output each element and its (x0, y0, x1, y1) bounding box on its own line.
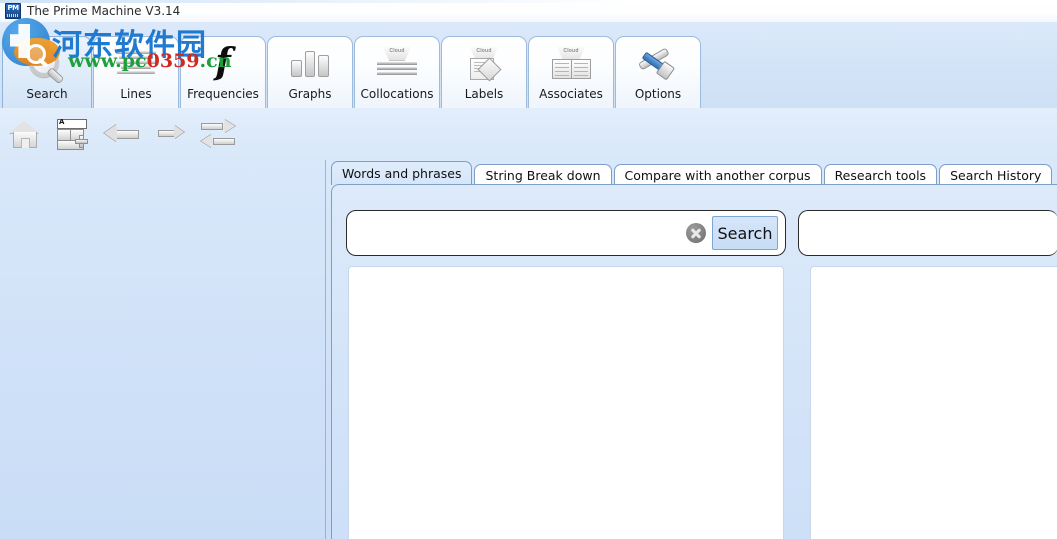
swap-button[interactable] (198, 114, 238, 154)
ribbon-bar: Search Lines f Frequencies Graphs Cloud … (0, 22, 1057, 109)
ribbon-tab-label: Search (26, 87, 68, 101)
tab-search-history[interactable]: Search History (939, 164, 1053, 185)
tab-research-tools[interactable]: Research tools (823, 164, 938, 185)
cloud-caption: Cloud (389, 48, 405, 54)
ribbon-tab-frequencies[interactable]: f Frequencies (180, 36, 266, 108)
pane-divider[interactable] (325, 160, 326, 539)
app-icon (5, 3, 21, 19)
content-tab-panel: Words and phrases String Break down Comp… (331, 158, 1057, 539)
swap-arrows-icon (201, 119, 235, 149)
window-title: The Prime Machine V3.14 (27, 4, 181, 18)
ribbon-tab-lines[interactable]: Lines (93, 36, 179, 108)
application-window: The Prime Machine V3.14 Search Lines f (0, 0, 1057, 539)
main-body: Words and phrases String Break down Comp… (0, 160, 1057, 539)
word-cloud-lines-icon: Cloud (355, 37, 439, 87)
results-panel[interactable] (348, 266, 784, 539)
lines-icon (94, 37, 178, 87)
tab-compare-with-another-corpus[interactable]: Compare with another corpus (613, 164, 822, 185)
ribbon-tab-label: Associates (539, 87, 603, 101)
cloud-caption: Cloud (476, 48, 492, 54)
bar-chart-icon (268, 37, 352, 87)
content-tab-strip: Words and phrases String Break down Comp… (331, 161, 1054, 185)
cloud-caption: Cloud (563, 48, 579, 54)
navigation-toolbar (0, 108, 1057, 160)
ribbon-tab-graphs[interactable]: Graphs (267, 36, 353, 108)
new-view-icon (53, 118, 88, 150)
secondary-input-box (798, 210, 1057, 256)
ribbon-tab-options[interactable]: Options (615, 36, 701, 108)
italic-f-icon: f (215, 41, 231, 83)
title-bar-gradient-strip (0, 0, 1057, 3)
tab-label: Compare with another corpus (624, 168, 811, 183)
secondary-input[interactable] (799, 211, 1057, 255)
home-icon (9, 121, 39, 148)
tag-document-icon: Cloud (442, 37, 526, 87)
left-empty-pane (0, 160, 325, 539)
ribbon-tab-strip: Search Lines f Frequencies Graphs Cloud … (2, 32, 702, 108)
ribbon-tab-associates[interactable]: Cloud Associates (528, 36, 614, 108)
tab-label: String Break down (485, 168, 601, 183)
tab-content-area: Search (331, 184, 1057, 539)
search-button[interactable]: Search (712, 216, 778, 250)
ribbon-tab-label: Labels (464, 87, 504, 101)
ribbon-tab-label: Lines (120, 87, 152, 101)
side-panel[interactable] (810, 266, 1057, 539)
home-button[interactable] (4, 114, 44, 154)
search-box: Search (346, 210, 786, 256)
tab-label: Search History (950, 168, 1042, 183)
tab-label: Research tools (834, 168, 927, 183)
ribbon-tab-collocations[interactable]: Cloud Collocations (354, 36, 440, 108)
ribbon-tab-labels[interactable]: Cloud Labels (441, 36, 527, 108)
search-input[interactable] (357, 211, 697, 255)
arrow-left-icon (104, 121, 139, 147)
open-books-icon: Cloud (529, 37, 613, 87)
magnifier-icon (3, 37, 91, 87)
arrow-right-icon (158, 124, 184, 144)
clear-search-icon[interactable] (686, 223, 706, 243)
new-view-button[interactable] (50, 114, 90, 154)
forward-button[interactable] (151, 114, 191, 154)
ribbon-tab-label: Collocations (360, 87, 434, 101)
ribbon-tab-label: Frequencies (187, 87, 259, 101)
ribbon-tab-label: Options (634, 87, 682, 101)
ribbon-tab-search[interactable]: Search (2, 36, 92, 108)
back-button[interactable] (101, 114, 141, 154)
tab-label: Words and phrases (342, 166, 462, 181)
tab-words-and-phrases[interactable]: Words and phrases (331, 161, 473, 185)
ribbon-tab-label: Graphs (288, 87, 332, 101)
wrench-hammer-icon (616, 37, 700, 87)
title-bar: The Prime Machine V3.14 (0, 0, 1057, 22)
tab-string-break-down[interactable]: String Break down (474, 164, 612, 185)
